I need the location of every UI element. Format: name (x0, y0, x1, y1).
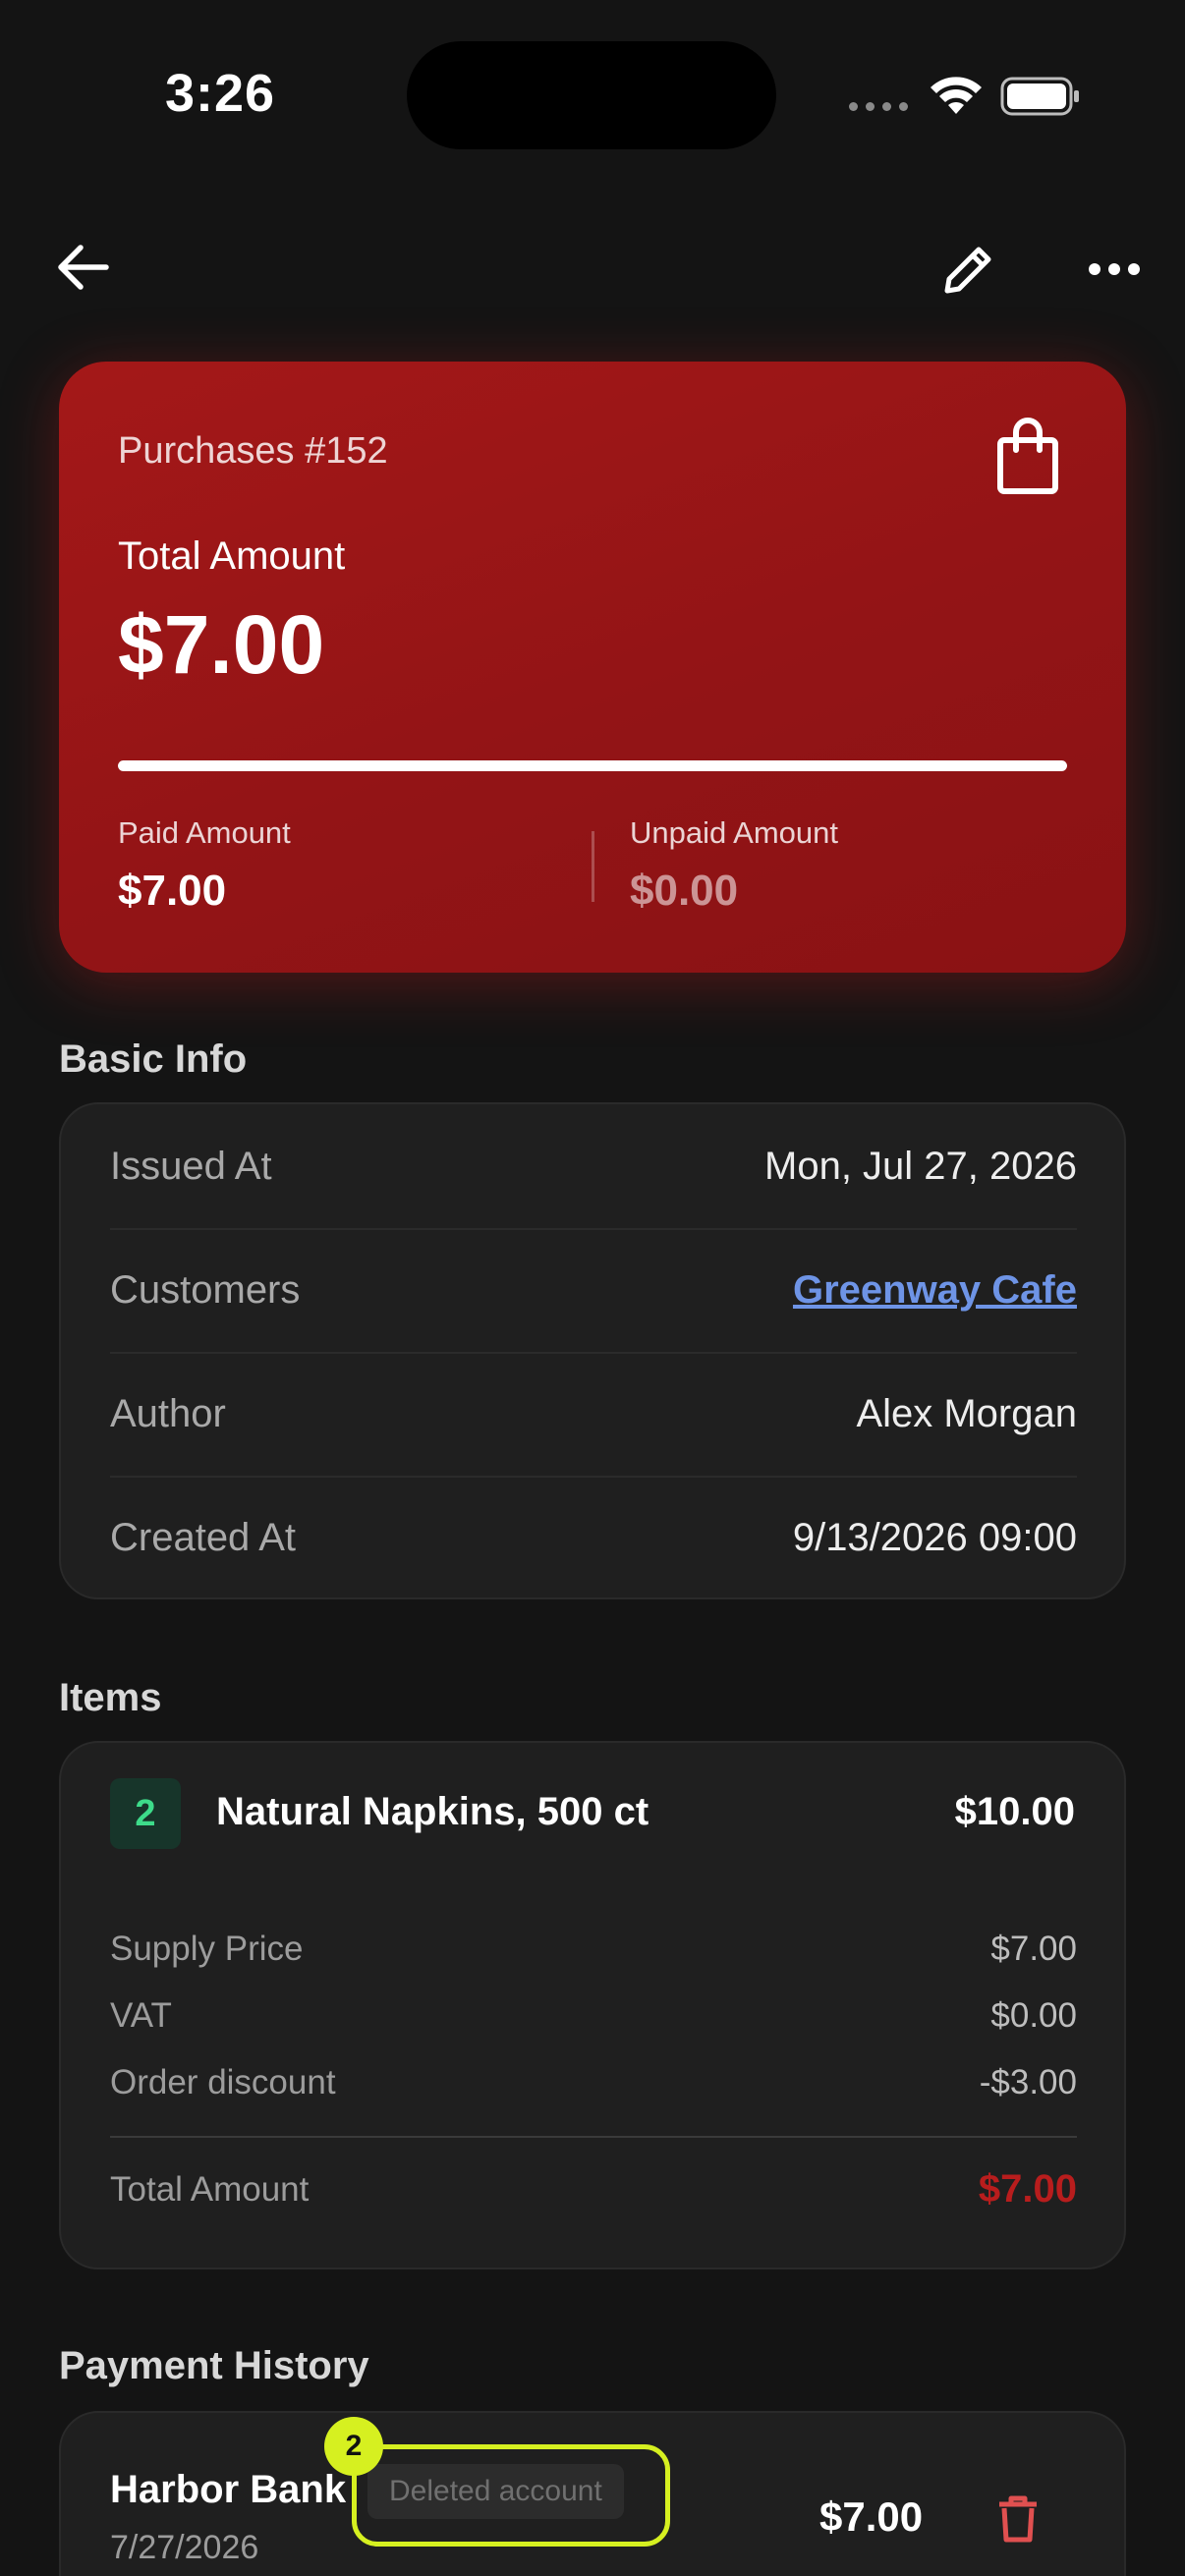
detail-row-vat: VAT $0.00 (110, 1996, 1077, 2036)
divider (110, 2136, 1077, 2138)
trash-icon (999, 2495, 1037, 2543)
info-row-customers: Customers Greenway Cafe (110, 1228, 1077, 1352)
payment-history-heading: Payment History (59, 2344, 369, 2387)
purchase-title: Purchases #152 (118, 430, 388, 472)
detail-value: $0.00 (990, 1996, 1077, 2035)
item-total-row: Total Amount $7.00 (110, 2167, 1077, 2212)
item-price: $10.00 (954, 1790, 1075, 1833)
payment-card[interactable]: Harbor Bank 7/27/2026 Deleted account 2 … (59, 2411, 1126, 2576)
delete-payment-button[interactable] (987, 2488, 1049, 2550)
arrow-left-icon (58, 245, 109, 290)
more-horizontal-icon (1089, 263, 1140, 275)
payment-amount: $7.00 (819, 2493, 924, 2540)
pencil-icon (944, 247, 991, 294)
unpaid-amount-value: $0.00 (630, 867, 739, 915)
amount-divider (592, 831, 594, 902)
shopping-bag-icon (997, 418, 1058, 494)
total-amount-label: Total Amount (118, 534, 346, 578)
basic-info-heading: Basic Info (59, 1037, 248, 1081)
dynamic-island (407, 41, 776, 149)
info-label: Customers (110, 1267, 301, 1312)
item-name: Natural Napkins, 500 ct (216, 1790, 649, 1833)
customer-link[interactable]: Greenway Cafe (793, 1268, 1077, 1313)
annotation-highlight-box (352, 2444, 670, 2547)
payment-bank-name: Harbor Bank (110, 2468, 347, 2511)
info-row-author: Author Alex Morgan (110, 1352, 1077, 1476)
items-heading: Items (59, 1676, 162, 1719)
info-value: Alex Morgan (856, 1391, 1077, 1435)
cellular-signal-icon (849, 102, 908, 116)
more-button[interactable] (1079, 234, 1150, 305)
info-row-issued-at: Issued At Mon, Jul 27, 2026 (110, 1104, 1077, 1228)
unpaid-amount-label: Unpaid Amount (630, 815, 838, 850)
info-row-created-at: Created At 9/13/2026 09:00 (110, 1476, 1077, 1599)
purchase-summary-card: Purchases #152 Total Amount $7.00 Paid A… (59, 362, 1126, 973)
detail-value: $7.00 (990, 1930, 1077, 1968)
info-value: Mon, Jul 27, 2026 (764, 1144, 1077, 1188)
paid-amount-value: $7.00 (118, 867, 227, 915)
annotation-marker: 2 (324, 2417, 383, 2476)
info-value: 9/13/2026 09:00 (792, 1515, 1077, 1559)
detail-label: VAT (110, 1996, 172, 2035)
payment-progress-bar (118, 760, 1067, 771)
detail-row-supply-price: Supply Price $7.00 (110, 1930, 1077, 1969)
detail-label: Order discount (110, 2063, 336, 2101)
info-label: Issued At (110, 1144, 272, 1188)
payment-date: 7/27/2026 (110, 2529, 259, 2566)
quantity-badge: 2 (110, 1778, 181, 1849)
payment-progress-fill (118, 760, 1067, 771)
detail-value: -$3.00 (979, 2063, 1077, 2101)
item-total-label: Total Amount (110, 2169, 310, 2209)
info-label: Created At (110, 1515, 297, 1559)
detail-label: Supply Price (110, 1930, 304, 1968)
item-card[interactable]: 2 Natural Napkins, 500 ct $10.00 Supply … (59, 1741, 1126, 2269)
status-time: 3:26 (165, 64, 276, 123)
detail-row-order-discount: Order discount -$3.00 (110, 2063, 1077, 2102)
edit-button[interactable] (933, 234, 1004, 305)
purchase-detail-screen: 3:26 Purchases #152 Total Amount $7.00 P… (0, 0, 1185, 2576)
paid-amount-label: Paid Amount (118, 815, 291, 850)
info-label: Author (110, 1391, 226, 1435)
back-button[interactable] (47, 236, 118, 299)
basic-info-card: Issued At Mon, Jul 27, 2026 Customers Gr… (59, 1102, 1126, 1599)
wifi-icon (931, 77, 982, 114)
total-amount-value: $7.00 (118, 598, 325, 691)
status-bar: 3:26 (0, 0, 1185, 187)
battery-icon (1000, 77, 1079, 116)
item-total-value: $7.00 (978, 2167, 1077, 2211)
nav-bar (0, 216, 1185, 314)
